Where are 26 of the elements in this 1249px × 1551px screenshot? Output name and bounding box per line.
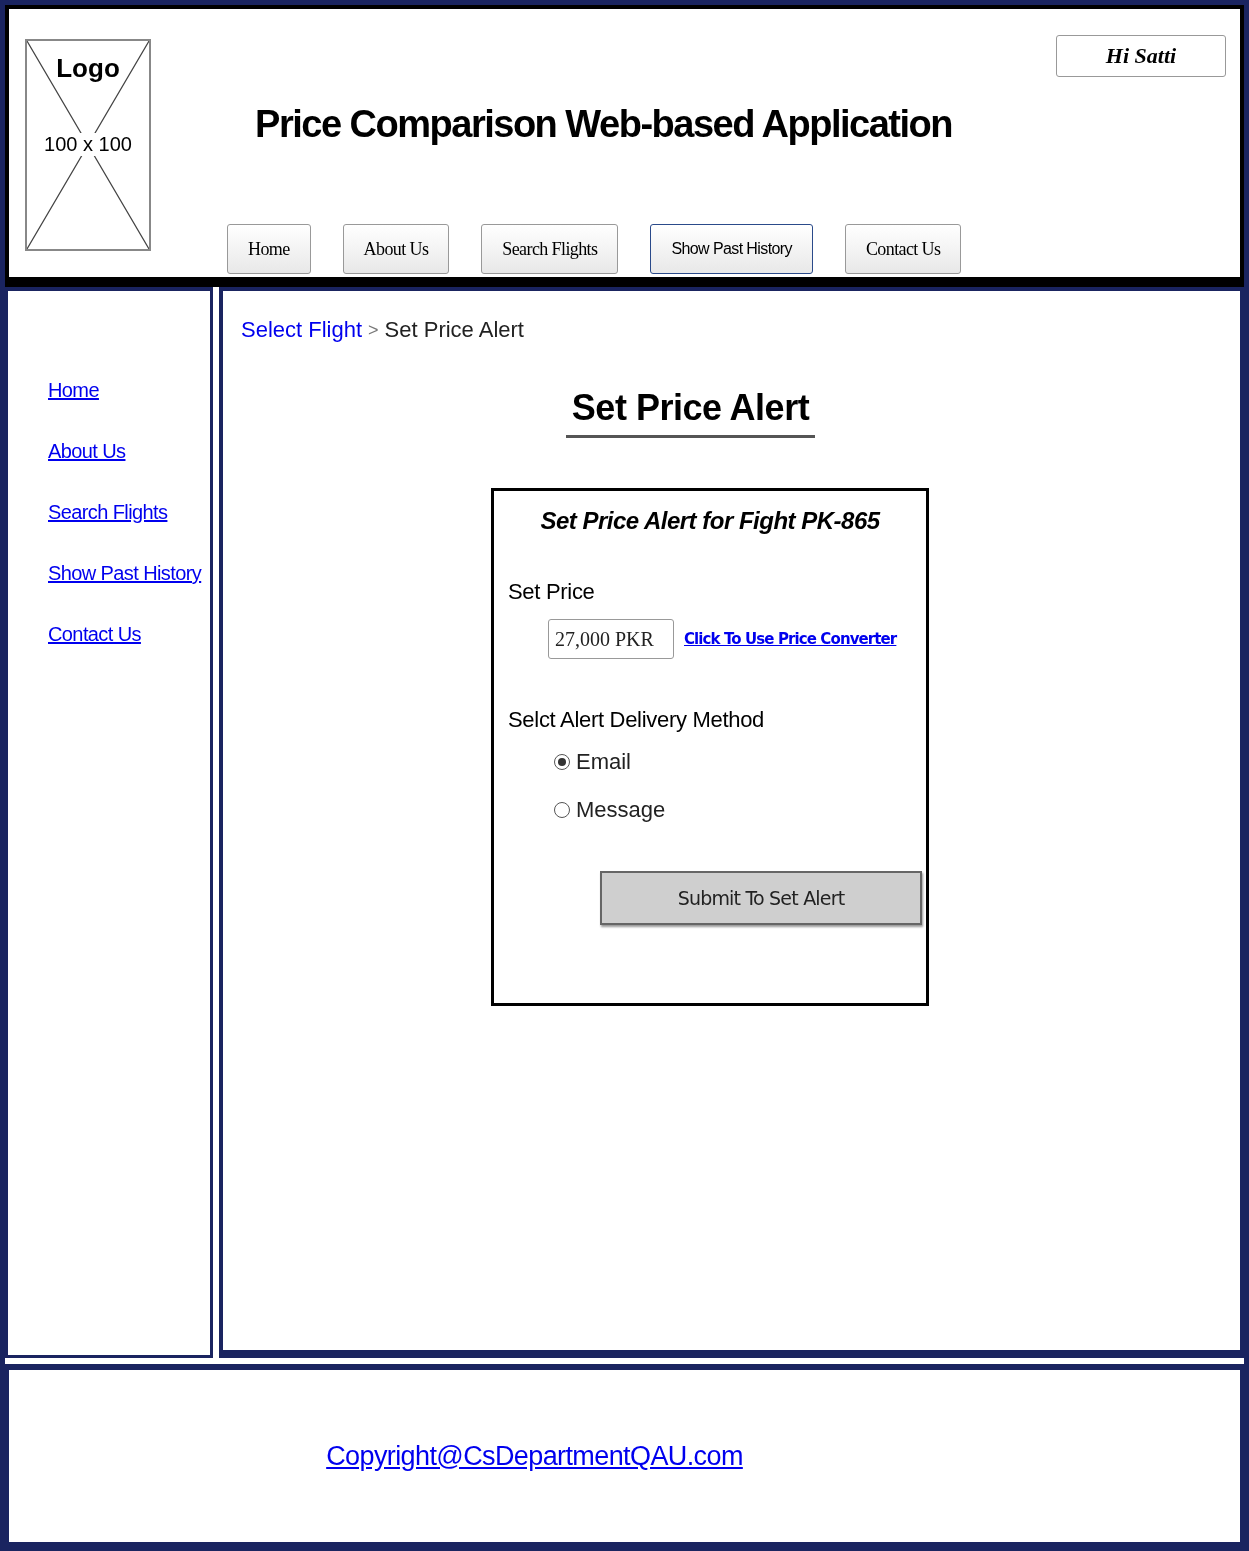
converter-link[interactable]: Click To Use Price Converter: [684, 630, 897, 648]
copyright-link[interactable]: Copyright@CsDepartmentQAU.com: [326, 1440, 743, 1472]
app-title: Price Comparison Web-based Application: [255, 103, 952, 146]
breadcrumb-current: Set Price Alert: [384, 317, 524, 343]
method-label: Selct Alert Delivery Method: [508, 707, 765, 733]
radio-label: Email: [576, 749, 631, 775]
breadcrumb-separator: >: [368, 319, 379, 341]
price-field[interactable]: 27,000 PKR: [548, 619, 674, 659]
submit-button[interactable]: Submit To Set Alert: [600, 871, 922, 925]
radio-label: Message: [576, 797, 666, 823]
nav-button[interactable]: Show Past History: [650, 224, 813, 274]
sidebar-link[interactable]: Home: [48, 379, 99, 402]
sidebar-link[interactable]: About Us: [48, 440, 126, 463]
sidebar-link[interactable]: Contact Us: [48, 623, 141, 646]
nav-button[interactable]: About Us: [342, 224, 450, 274]
sidebar-link[interactable]: Search Flights: [48, 501, 168, 524]
nav-button[interactable]: Search Flights: [481, 224, 619, 274]
greeting-label: Hi Satti: [1056, 35, 1226, 77]
page-title: Set Price Alert: [565, 387, 816, 438]
breadcrumb-link[interactable]: Select Flight: [241, 317, 363, 343]
sidebar-link[interactable]: Show Past History: [48, 562, 202, 585]
nav-button[interactable]: Home: [227, 224, 311, 274]
price-label: Set Price: [508, 579, 596, 605]
card-title: Set Price Alert for Fight PK-865: [539, 507, 882, 535]
nav-button[interactable]: Contact Us: [844, 224, 962, 274]
logo-size: 100 x 100: [44, 133, 132, 156]
